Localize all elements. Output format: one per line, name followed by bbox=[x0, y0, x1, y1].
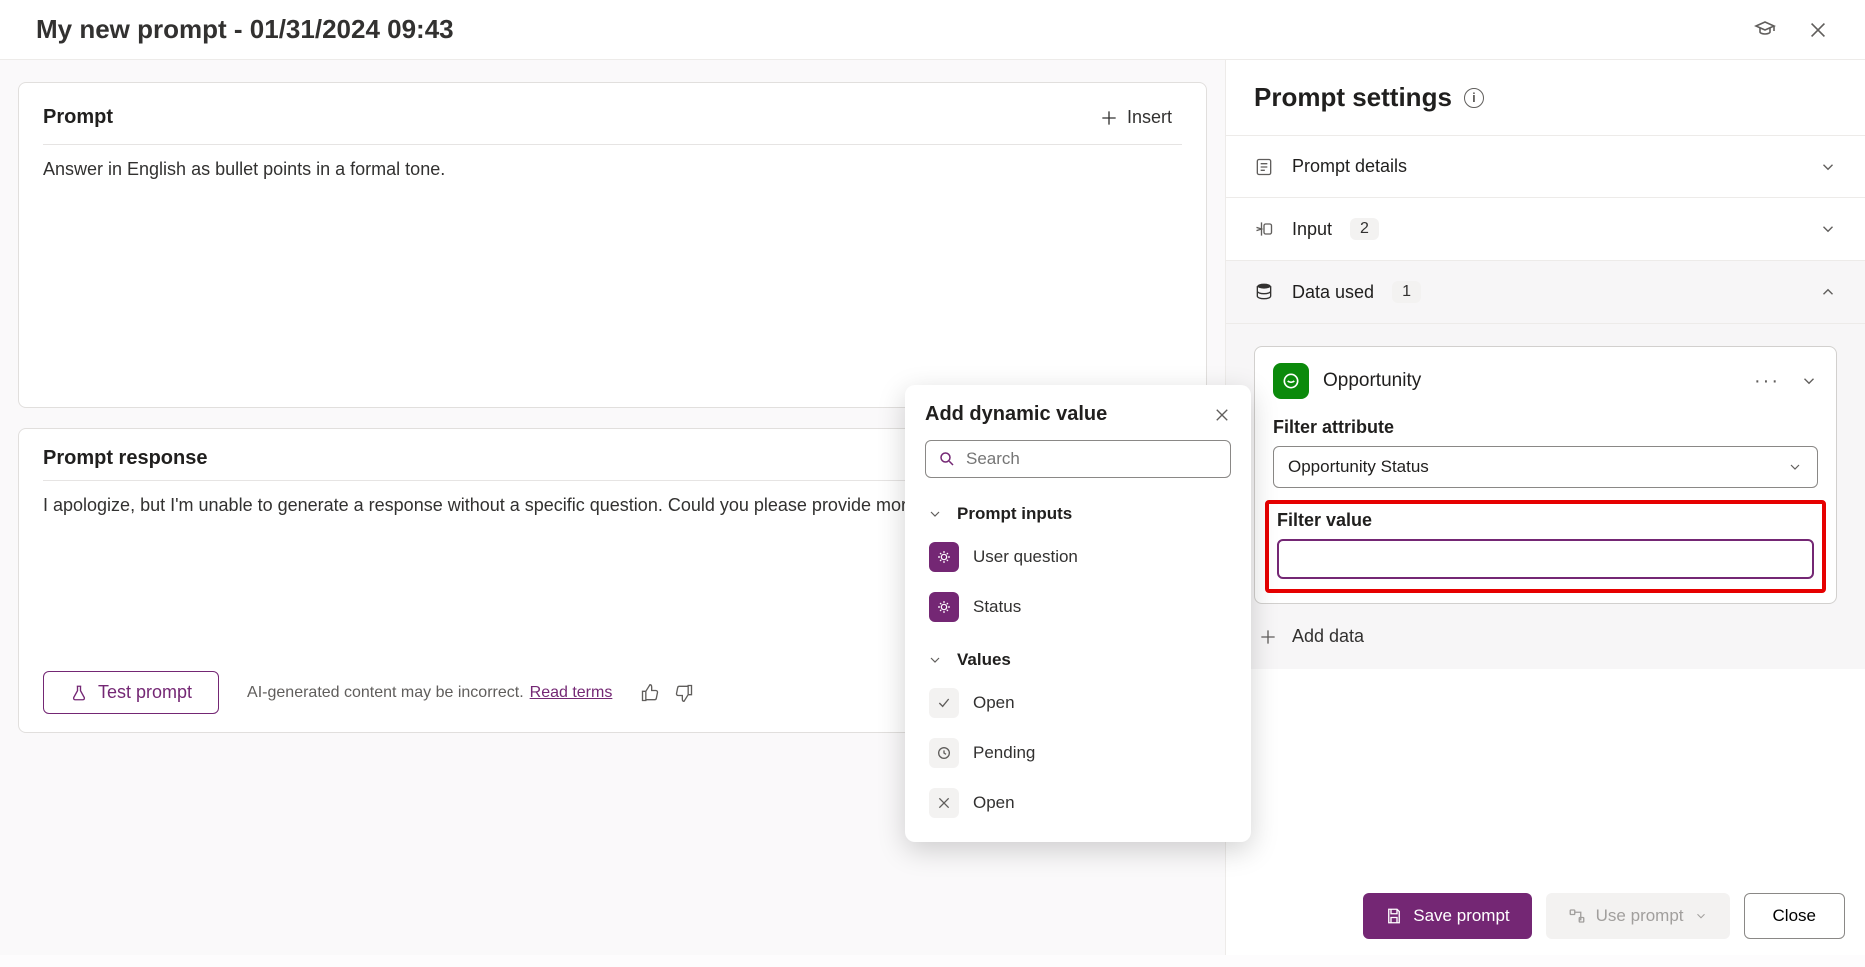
input-icon bbox=[1254, 219, 1274, 239]
flow-icon bbox=[1568, 907, 1586, 925]
insert-label: Insert bbox=[1127, 107, 1172, 128]
group-prompt-inputs[interactable]: Prompt inputs bbox=[925, 496, 1231, 532]
chevron-down-icon bbox=[927, 506, 943, 522]
info-icon[interactable]: i bbox=[1464, 88, 1484, 108]
filter-value-label: Filter value bbox=[1277, 510, 1814, 531]
filter-attribute-label: Filter attribute bbox=[1273, 417, 1818, 438]
filter-value-highlight: Filter value bbox=[1265, 500, 1826, 593]
save-label: Save prompt bbox=[1413, 906, 1509, 926]
chevron-up-icon bbox=[1819, 283, 1837, 301]
clock-icon bbox=[929, 738, 959, 768]
details-label: Prompt details bbox=[1292, 156, 1407, 177]
test-prompt-label: Test prompt bbox=[98, 682, 192, 703]
thumbs-down-icon[interactable] bbox=[674, 683, 694, 703]
chevron-down-icon bbox=[1787, 459, 1803, 475]
popup-close-icon[interactable] bbox=[1213, 406, 1231, 424]
use-prompt-button: Use prompt bbox=[1546, 893, 1730, 939]
popup-item-user-question[interactable]: User question bbox=[925, 532, 1231, 582]
dialog-header: My new prompt - 01/31/2024 09:43 bbox=[0, 0, 1865, 60]
settings-title: Prompt settings bbox=[1254, 82, 1452, 113]
data-used-body: Opportunity ··· Filter attribute Opportu… bbox=[1226, 323, 1865, 669]
x-icon bbox=[929, 788, 959, 818]
chevron-down-icon bbox=[1694, 909, 1708, 923]
data-used-count-badge: 1 bbox=[1392, 281, 1421, 303]
close-button[interactable]: Close bbox=[1744, 893, 1845, 939]
popup-search-input[interactable] bbox=[966, 449, 1218, 469]
chevron-down-icon bbox=[1819, 158, 1837, 176]
add-data-button[interactable]: Add data bbox=[1254, 604, 1837, 647]
settings-title-row: Prompt settings i bbox=[1226, 60, 1865, 135]
header-actions bbox=[1753, 18, 1829, 42]
chevron-down-icon bbox=[1819, 220, 1837, 238]
dialog-footer: Save prompt Use prompt Close bbox=[1226, 877, 1865, 955]
add-data-label: Add data bbox=[1292, 626, 1364, 647]
ai-disclaimer: AI-generated content may be incorrect. R… bbox=[247, 684, 612, 702]
entity-name: Opportunity bbox=[1323, 370, 1421, 392]
input-label: Input bbox=[1292, 219, 1332, 240]
data-used-label: Data used bbox=[1292, 282, 1374, 303]
search-icon bbox=[938, 450, 956, 468]
chevron-down-icon[interactable] bbox=[1800, 372, 1818, 390]
prompt-card: Prompt Insert Answer in English as bulle… bbox=[18, 82, 1207, 408]
more-icon[interactable]: ··· bbox=[1754, 370, 1780, 393]
filter-attribute-value: Opportunity Status bbox=[1288, 457, 1429, 477]
use-label: Use prompt bbox=[1596, 906, 1684, 926]
filter-attribute-select[interactable]: Opportunity Status bbox=[1273, 446, 1818, 488]
group-values[interactable]: Values bbox=[925, 642, 1231, 678]
popup-item-status[interactable]: Status bbox=[925, 582, 1231, 632]
accordion-prompt-details[interactable]: Prompt details bbox=[1226, 135, 1865, 197]
settings-panel: Prompt settings i Prompt details Input 2 bbox=[1225, 60, 1865, 955]
page-title: My new prompt - 01/31/2024 09:43 bbox=[36, 14, 454, 45]
test-prompt-button[interactable]: Test prompt bbox=[43, 671, 219, 714]
popup-value-open[interactable]: Open bbox=[925, 678, 1231, 728]
input-count-badge: 2 bbox=[1350, 218, 1379, 240]
entity-icon bbox=[1273, 363, 1309, 399]
popup-value-pending[interactable]: Pending bbox=[925, 728, 1231, 778]
insert-button[interactable]: Insert bbox=[1089, 101, 1182, 134]
details-icon bbox=[1254, 157, 1274, 177]
check-icon bbox=[929, 688, 959, 718]
read-terms-link[interactable]: Read terms bbox=[530, 684, 613, 702]
save-icon bbox=[1385, 907, 1403, 925]
learn-icon[interactable] bbox=[1753, 18, 1777, 42]
save-prompt-button[interactable]: Save prompt bbox=[1363, 893, 1531, 939]
filter-value-input[interactable] bbox=[1277, 539, 1814, 579]
ai-icon bbox=[929, 592, 959, 622]
prompt-section-title: Prompt bbox=[43, 106, 113, 129]
popup-value-open-2[interactable]: Open bbox=[925, 778, 1231, 828]
accordion-data-used[interactable]: Data used 1 bbox=[1226, 260, 1865, 323]
popup-search[interactable] bbox=[925, 440, 1231, 478]
close-label: Close bbox=[1773, 906, 1816, 925]
popup-title: Add dynamic value bbox=[925, 403, 1107, 426]
close-icon[interactable] bbox=[1807, 19, 1829, 41]
response-section-title: Prompt response bbox=[43, 447, 207, 470]
chevron-down-icon bbox=[927, 652, 943, 668]
ai-icon bbox=[929, 542, 959, 572]
dynamic-value-popup: Add dynamic value Prompt inputs User que… bbox=[905, 385, 1251, 842]
prompt-textarea[interactable]: Answer in English as bullet points in a … bbox=[43, 159, 1182, 389]
accordion-input[interactable]: Input 2 bbox=[1226, 197, 1865, 260]
database-icon bbox=[1254, 282, 1274, 302]
thumbs-up-icon[interactable] bbox=[640, 683, 660, 703]
data-entity-card: Opportunity ··· Filter attribute Opportu… bbox=[1254, 346, 1837, 604]
